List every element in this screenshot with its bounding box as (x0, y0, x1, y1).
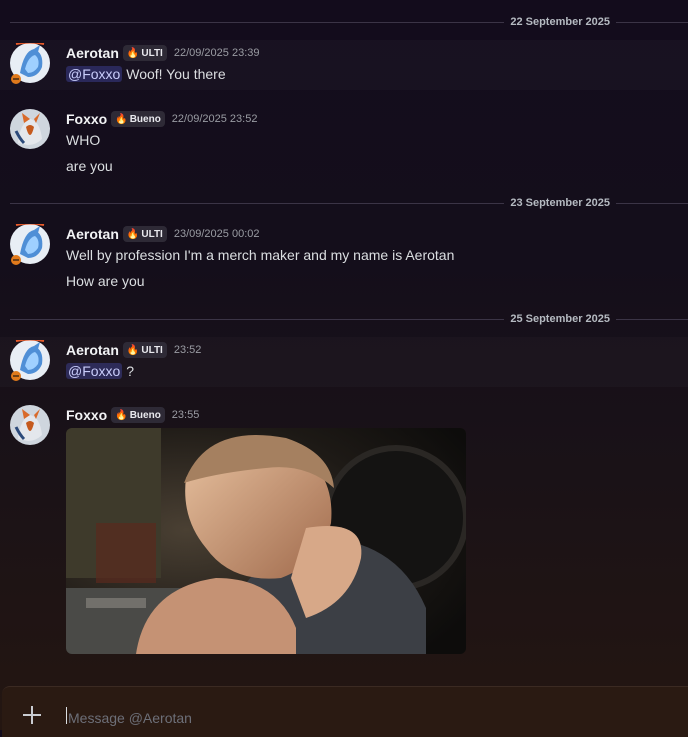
message-text: Well by profession I'm a merch maker and… (66, 247, 455, 263)
message[interactable]: Aerotan 🔥 ULTI 23/09/2025 00:02 Well by p… (0, 221, 688, 297)
server-tag-label: ULTI (141, 344, 163, 356)
gif-attachment[interactable] (66, 428, 466, 654)
user-mention[interactable]: @Foxxo (66, 66, 123, 82)
message-text: Woof! You there (126, 66, 226, 82)
message[interactable]: Aerotan 🔥 ULTI 23:52 @Foxxo ? (0, 337, 688, 387)
message-text: WHO (66, 132, 101, 148)
message-header: Aerotan 🔥 ULTI 23/09/2025 00:02 (66, 225, 259, 243)
timestamp: 22/09/2025 23:52 (171, 113, 258, 125)
message-text: ? (126, 363, 135, 379)
message-header: Aerotan 🔥 ULTI 23:52 (66, 341, 201, 359)
server-tag-label: Bueno (129, 409, 161, 421)
date-divider: 23 September 2025 (10, 195, 688, 211)
fire-icon: 🔥 (126, 344, 140, 356)
foxxo-avatar[interactable] (10, 405, 50, 445)
aerotan-avatar[interactable] (10, 340, 50, 381)
date-divider: 22 September 2025 (10, 14, 688, 30)
fire-icon: 🔥 (126, 47, 140, 59)
username[interactable]: Foxxo (66, 111, 107, 127)
aerotan-avatar[interactable] (10, 224, 50, 265)
message-content: @Foxxo ? (66, 363, 134, 379)
server-tag-label: Bueno (129, 113, 161, 125)
server-tag[interactable]: 🔥 ULTI (122, 226, 167, 242)
server-tag[interactable]: 🔥 Bueno (111, 111, 165, 127)
server-tag-label: ULTI (141, 47, 163, 59)
message-input[interactable] (66, 707, 630, 729)
username[interactable]: Aerotan (66, 342, 119, 358)
server-tag[interactable]: 🔥 Bueno (111, 407, 165, 423)
message[interactable]: Aerotan 🔥 ULTI 22/09/2025 23:39 @Foxxo Wo… (0, 40, 688, 90)
date-divider-label: 22 September 2025 (510, 16, 610, 28)
timestamp: 22/09/2025 23:39 (173, 47, 260, 59)
message-header: Foxxo 🔥 Bueno 23:55 (66, 406, 199, 424)
foxxo-avatar[interactable] (10, 109, 50, 149)
server-tag[interactable]: 🔥 ULTI (122, 45, 167, 61)
user-mention[interactable]: @Foxxo (66, 363, 123, 379)
username[interactable]: Aerotan (66, 226, 119, 242)
server-tag[interactable]: 🔥 ULTI (122, 342, 167, 358)
timestamp: 23:55 (171, 409, 200, 421)
add-attachment-button[interactable] (21, 704, 43, 726)
fire-icon: 🔥 (115, 409, 128, 421)
fire-icon: 🔥 (126, 228, 140, 240)
timestamp: 23/09/2025 00:02 (173, 228, 260, 240)
username[interactable]: Aerotan (66, 45, 119, 61)
message-header: Foxxo 🔥 Bueno 22/09/2025 23:52 (66, 110, 257, 128)
gif-image (66, 428, 466, 654)
message-header: Aerotan 🔥 ULTI 22/09/2025 23:39 (66, 44, 259, 62)
message-composer (2, 686, 688, 737)
message-content: @Foxxo Woof! You there (66, 66, 226, 82)
message[interactable]: Foxxo 🔥 Bueno 22/09/2025 23:52 WHO are yo… (0, 106, 688, 182)
aerotan-avatar[interactable] (10, 43, 50, 84)
date-divider-label: 25 September 2025 (510, 313, 610, 325)
message-text: are you (66, 158, 113, 174)
timestamp: 23:52 (173, 344, 202, 356)
username[interactable]: Foxxo (66, 407, 107, 423)
date-divider: 25 September 2025 (10, 311, 688, 327)
date-divider-label: 23 September 2025 (510, 197, 610, 209)
server-tag-label: ULTI (141, 228, 163, 240)
message-text: How are you (66, 273, 145, 289)
fire-icon: 🔥 (115, 113, 128, 125)
